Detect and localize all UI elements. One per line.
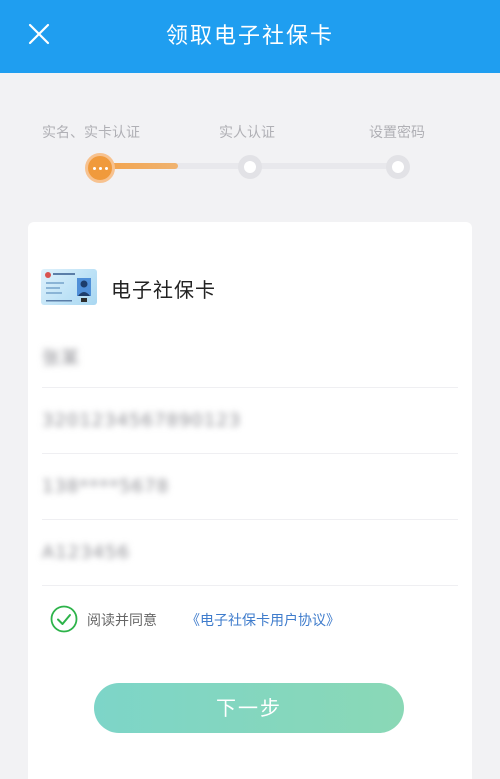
form-card: 电子社保卡 张某 3201234567890123 138****5678 A1…: [28, 222, 472, 779]
close-icon[interactable]: [27, 22, 51, 46]
step-dot-active: [85, 153, 115, 183]
step-dot-face: [238, 155, 262, 179]
divider: [42, 585, 458, 586]
card-title: 电子社保卡: [111, 278, 216, 302]
field-card-number-value: A123456: [42, 542, 131, 563]
field-name[interactable]: 张某: [42, 322, 458, 388]
field-name-value: 张某: [42, 348, 80, 369]
field-phone-value: 138****5678: [42, 476, 170, 497]
social-security-card-icon: [41, 269, 97, 305]
field-card-number[interactable]: A123456: [42, 520, 458, 586]
step-label-password: 设置密码: [369, 125, 425, 141]
field-id-number[interactable]: 3201234567890123: [42, 388, 458, 454]
step-label-realname: 实名、实卡认证: [42, 125, 140, 141]
check-circle-icon[interactable]: [50, 605, 78, 633]
field-id-number-value: 3201234567890123: [42, 410, 242, 431]
header-bar: 领取电子社保卡: [0, 0, 500, 73]
step-dot-password: [386, 155, 410, 179]
agreement-link[interactable]: 《电子社保卡用户协议》: [186, 610, 340, 630]
page-title: 领取电子社保卡: [165, 24, 334, 49]
agreement-prefix: 阅读并同意: [87, 613, 157, 629]
next-step-button[interactable]: 下一步: [94, 683, 404, 733]
step-label-face: 实人认证: [219, 125, 275, 141]
field-phone[interactable]: 138****5678: [42, 454, 458, 520]
